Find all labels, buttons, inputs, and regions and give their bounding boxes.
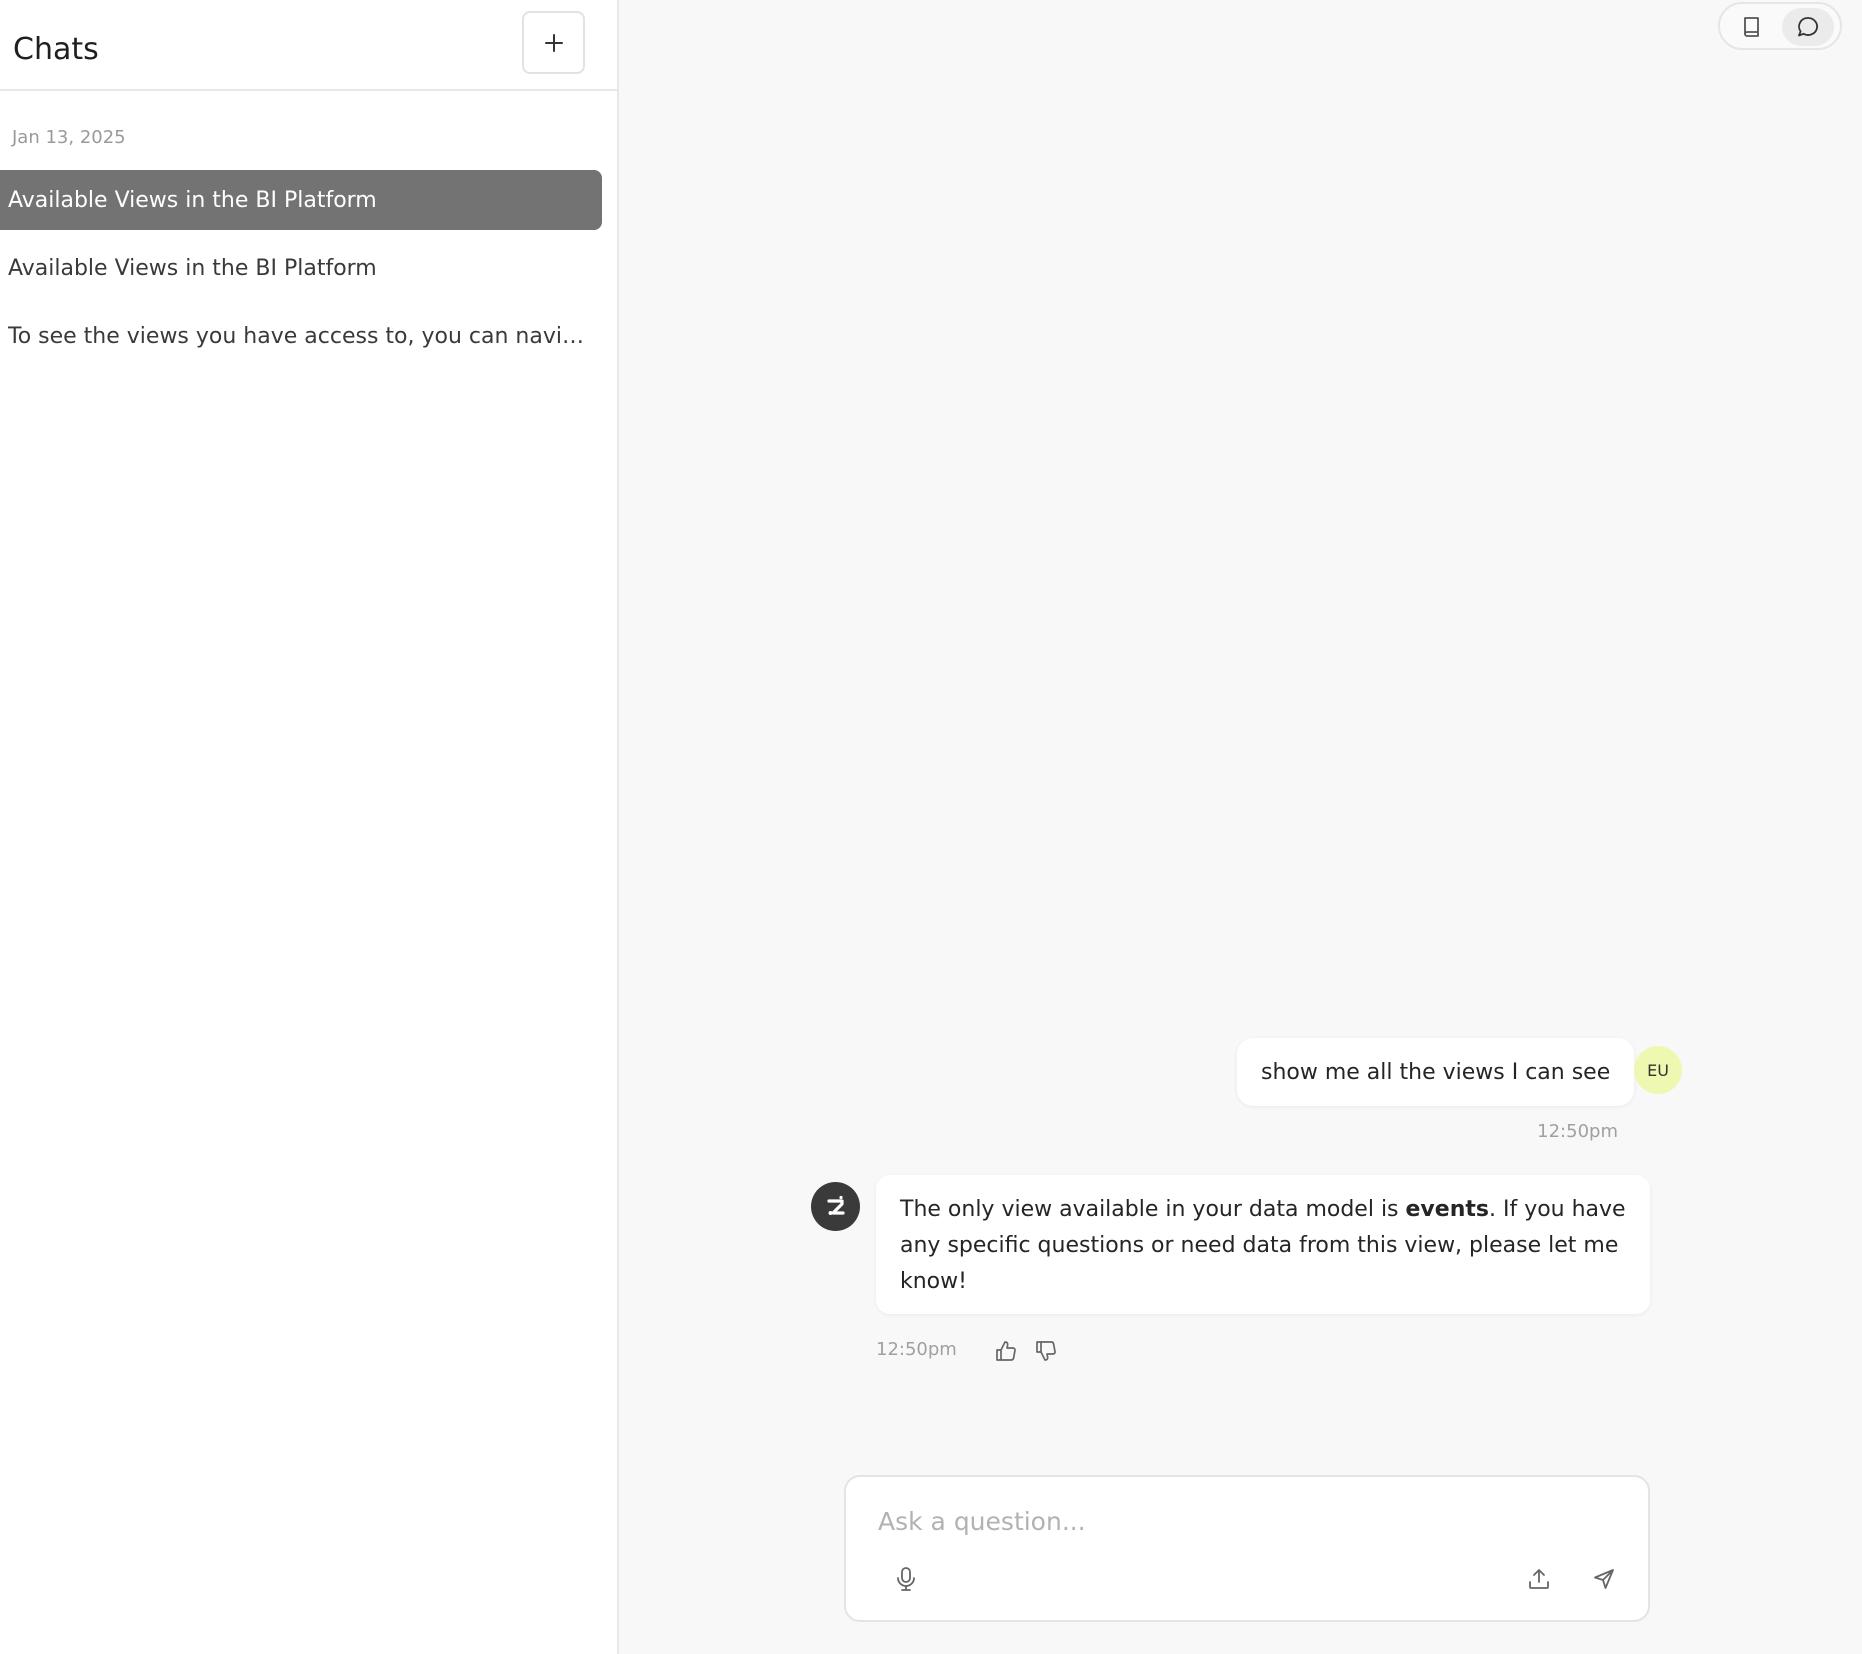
chat-list-item[interactable]: To see the views you have access to, you… [0, 306, 602, 366]
user-message-text: show me all the views I can see [1261, 1059, 1611, 1085]
bot-logo-icon [821, 1192, 851, 1222]
chat-list-item[interactable]: Available Views in the BI Platform [0, 238, 602, 298]
user-message-bubble: show me all the views I can see [1237, 1038, 1635, 1106]
thumbs-up-icon [994, 1339, 1018, 1363]
book-icon [1741, 15, 1763, 39]
assistant-text-before: The only view available in your data mod… [900, 1197, 1406, 1222]
app: Chats Jan 13, 2025 Available Views in th… [0, 0, 1862, 1654]
message-composer [844, 1475, 1650, 1622]
docs-view-button[interactable] [1726, 8, 1778, 46]
thumbs-up-button[interactable] [991, 1336, 1021, 1366]
chat-bubble-icon [1796, 15, 1820, 39]
chat-date-group: Jan 13, 2025 [12, 127, 126, 148]
avatar-initials: EU [1647, 1060, 1669, 1080]
chat-item-label: Available Views in the BI Platform [8, 187, 377, 213]
assistant-text-bold: events [1405, 1197, 1489, 1222]
chat-item-label: Available Views in the BI Platform [8, 255, 377, 281]
view-toggle [1718, 2, 1842, 50]
chat-item-label: To see the views you have access to, you… [8, 323, 594, 349]
question-input[interactable] [876, 1499, 1616, 1543]
microphone-button[interactable] [886, 1559, 926, 1599]
send-button[interactable] [1584, 1559, 1624, 1599]
upload-button[interactable] [1519, 1559, 1559, 1599]
user-avatar: EU [1634, 1046, 1682, 1094]
sidebar-header: Chats [0, 0, 617, 91]
thumbs-down-button[interactable] [1031, 1336, 1061, 1366]
chat-list-item-active[interactable]: Available Views in the BI Platform [0, 170, 602, 230]
sidebar: Chats Jan 13, 2025 Available Views in th… [0, 0, 619, 1654]
new-chat-button[interactable] [522, 11, 585, 74]
plus-icon [544, 33, 564, 53]
thumbs-down-icon [1034, 1339, 1058, 1363]
send-icon [1592, 1567, 1616, 1591]
user-message-time: 12:50pm [1537, 1121, 1618, 1142]
chat-view-button[interactable] [1782, 8, 1834, 46]
assistant-message-time: 12:50pm [876, 1339, 957, 1360]
assistant-message-bubble: The only view available in your data mod… [876, 1175, 1650, 1314]
bot-avatar [811, 1182, 860, 1231]
sidebar-title: Chats [13, 32, 99, 67]
microphone-icon [895, 1566, 917, 1592]
upload-icon [1527, 1567, 1551, 1591]
